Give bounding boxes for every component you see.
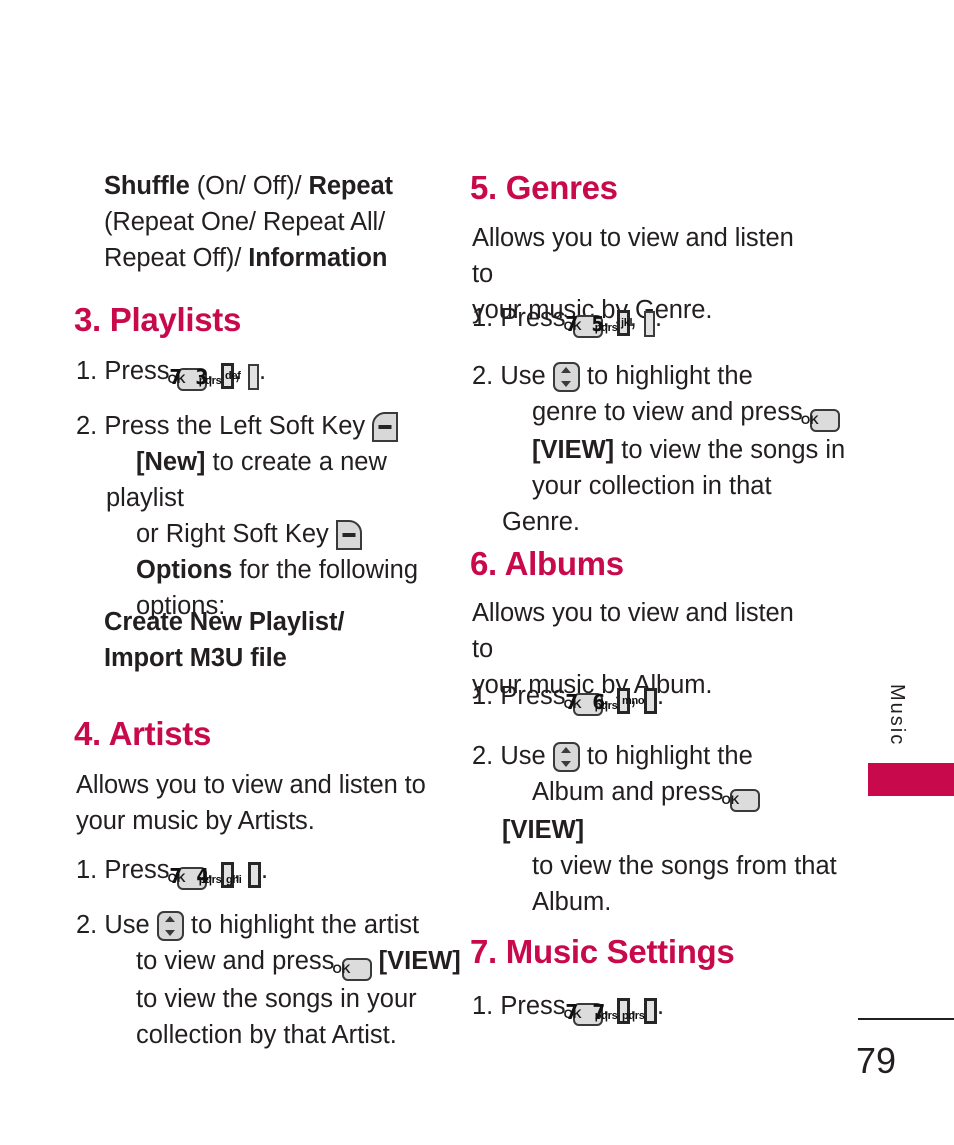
genres-step2-line2-a: genre to view and press: [532, 398, 810, 426]
playlists-step-1: 1. Press OK, 7pqrs, 3def.: [76, 353, 462, 391]
genres-desc-line1: Allows you to view and listen to: [472, 224, 794, 288]
heading-genres: 5. Genres: [470, 169, 618, 206]
side-tab-color-block: [868, 763, 954, 796]
view-label: [VIEW]: [502, 816, 585, 844]
genres-step2-line1-rest: to highlight the: [579, 362, 753, 390]
albums-step2-line1-rest: to highlight the: [579, 742, 753, 770]
key-3-def-icon: 3def: [195, 364, 259, 390]
artists-step-1: 1. Press OK, 7pqrs, 4ghi.: [76, 852, 462, 890]
artists-desc-line2: your music by Artists.: [76, 807, 315, 835]
artists-description: Allows you to view and listen to your mu…: [76, 767, 432, 839]
shuffle-label: Shuffle: [104, 172, 190, 200]
heading-artists: 4. Artists: [74, 715, 211, 752]
genres-step2-line4: your collection in that Genre.: [502, 472, 772, 536]
ok-key-icon: OK: [721, 789, 761, 812]
albums-step2-line4: Album.: [532, 888, 612, 916]
albums-step-2: 2. Use to highlight the Album and press …: [472, 738, 848, 920]
playlists-step2-line1: 2. Press the Left Soft Key: [76, 412, 373, 440]
repeat-off-value: Repeat Off)/: [104, 244, 249, 272]
playlists-step-2: 2. Press the Left Soft Key [New] to crea…: [76, 408, 462, 624]
repeat-values: (Repeat One/ Repeat All/: [104, 208, 386, 236]
option-create-new-playlist: Create New Playlist/: [104, 608, 345, 636]
nav-up-down-key-icon: [552, 362, 580, 392]
key-5-jkl-icon: 5jkl: [591, 311, 655, 337]
shuffle-values: (On/ Off)/: [189, 172, 309, 200]
key-4-ghi-icon: 4ghi: [196, 862, 261, 888]
view-label: [VIEW]: [378, 947, 461, 975]
playlists-step1-suffix: .: [258, 357, 267, 385]
playlists-step2-line4-rest: for the following: [232, 556, 419, 584]
albums-desc-line1: Allows you to view and listen to: [472, 599, 794, 663]
albums-step1-suffix: .: [656, 682, 665, 710]
key-6-mno-icon: 6mno: [592, 688, 657, 714]
nav-up-down-key-icon: [552, 742, 580, 772]
heading-music-settings: 7. Music Settings: [470, 933, 735, 970]
options-softkey-label: Options: [136, 556, 233, 584]
artists-step-2: 2. Use to highlight the artist to view a…: [76, 907, 466, 1053]
genres-step-1: 1. Press OK, 7pqrs, 5jkl.: [472, 300, 848, 338]
key-7-pqrs-icon: 7pqrs: [592, 998, 657, 1024]
right-soft-key-icon: [335, 520, 362, 550]
albums-step2-line3: to view the songs from that: [532, 852, 837, 880]
genres-step2-prefix: 2. Use: [472, 362, 553, 390]
genres-step1-suffix: .: [654, 304, 663, 332]
artists-step2-prefix: 2. Use: [76, 911, 157, 939]
albums-step2-prefix: 2. Use: [472, 742, 553, 770]
repeat-label: Repeat: [308, 172, 394, 200]
artists-step1-prefix: 1. Press: [76, 856, 177, 884]
heading-playlists: 3. Playlists: [74, 301, 242, 338]
artists-step1-suffix: .: [260, 856, 269, 884]
albums-step2-line2-a: Album and press: [532, 778, 731, 806]
albums-step-1: 1. Press OK, 7pqrs, 6mno.: [472, 678, 848, 716]
genres-step-2: 2. Use to highlight the genre to view an…: [472, 358, 848, 540]
option-import-m3u: Import M3U file: [104, 644, 287, 672]
albums-step1-prefix: 1. Press: [472, 682, 573, 710]
artists-step2-line2-a: to view and press: [136, 947, 342, 975]
left-soft-key-icon: [372, 412, 399, 442]
side-tab-label: Music: [886, 684, 908, 747]
manual-page: Shuffle (On/ Off)/ Repeat (Repeat One/ R…: [0, 0, 954, 1145]
ok-key-icon: OK: [801, 409, 840, 432]
music-settings-step1-suffix: .: [656, 992, 665, 1020]
playlists-step1-prefix: 1. Press: [76, 357, 177, 385]
artists-step2-line4: collection by that Artist.: [136, 1021, 397, 1049]
artists-desc-line1: Allows you to view and listen to: [76, 771, 426, 799]
playlists-step2-line3: or Right Soft Key: [136, 520, 336, 548]
page-number: 79: [856, 1040, 897, 1081]
options-continuation-paragraph: Shuffle (On/ Off)/ Repeat (Repeat One/ R…: [104, 168, 434, 276]
music-settings-step-1: 1. Press OK, 7pqrs, 7pqrs.: [472, 988, 848, 1026]
view-label: [VIEW]: [532, 436, 615, 464]
nav-up-down-key-icon: [156, 911, 184, 941]
new-softkey-label: [New]: [136, 448, 206, 476]
heading-albums: 6. Albums: [470, 545, 624, 582]
genres-step1-prefix: 1. Press: [472, 304, 573, 332]
artists-step2-line1-rest: to highlight the artist: [183, 911, 420, 939]
artists-step2-line3: to view the songs in your: [136, 985, 417, 1013]
footer-rule: [858, 1018, 954, 1020]
music-settings-step1-prefix: 1. Press: [472, 992, 573, 1020]
genres-step2-line3-rest: to view the songs in: [614, 436, 846, 464]
information-label: Information: [248, 244, 388, 272]
playlists-options-list: Create New Playlist/ Import M3U file: [104, 604, 434, 676]
ok-key-icon: OK: [333, 958, 372, 981]
